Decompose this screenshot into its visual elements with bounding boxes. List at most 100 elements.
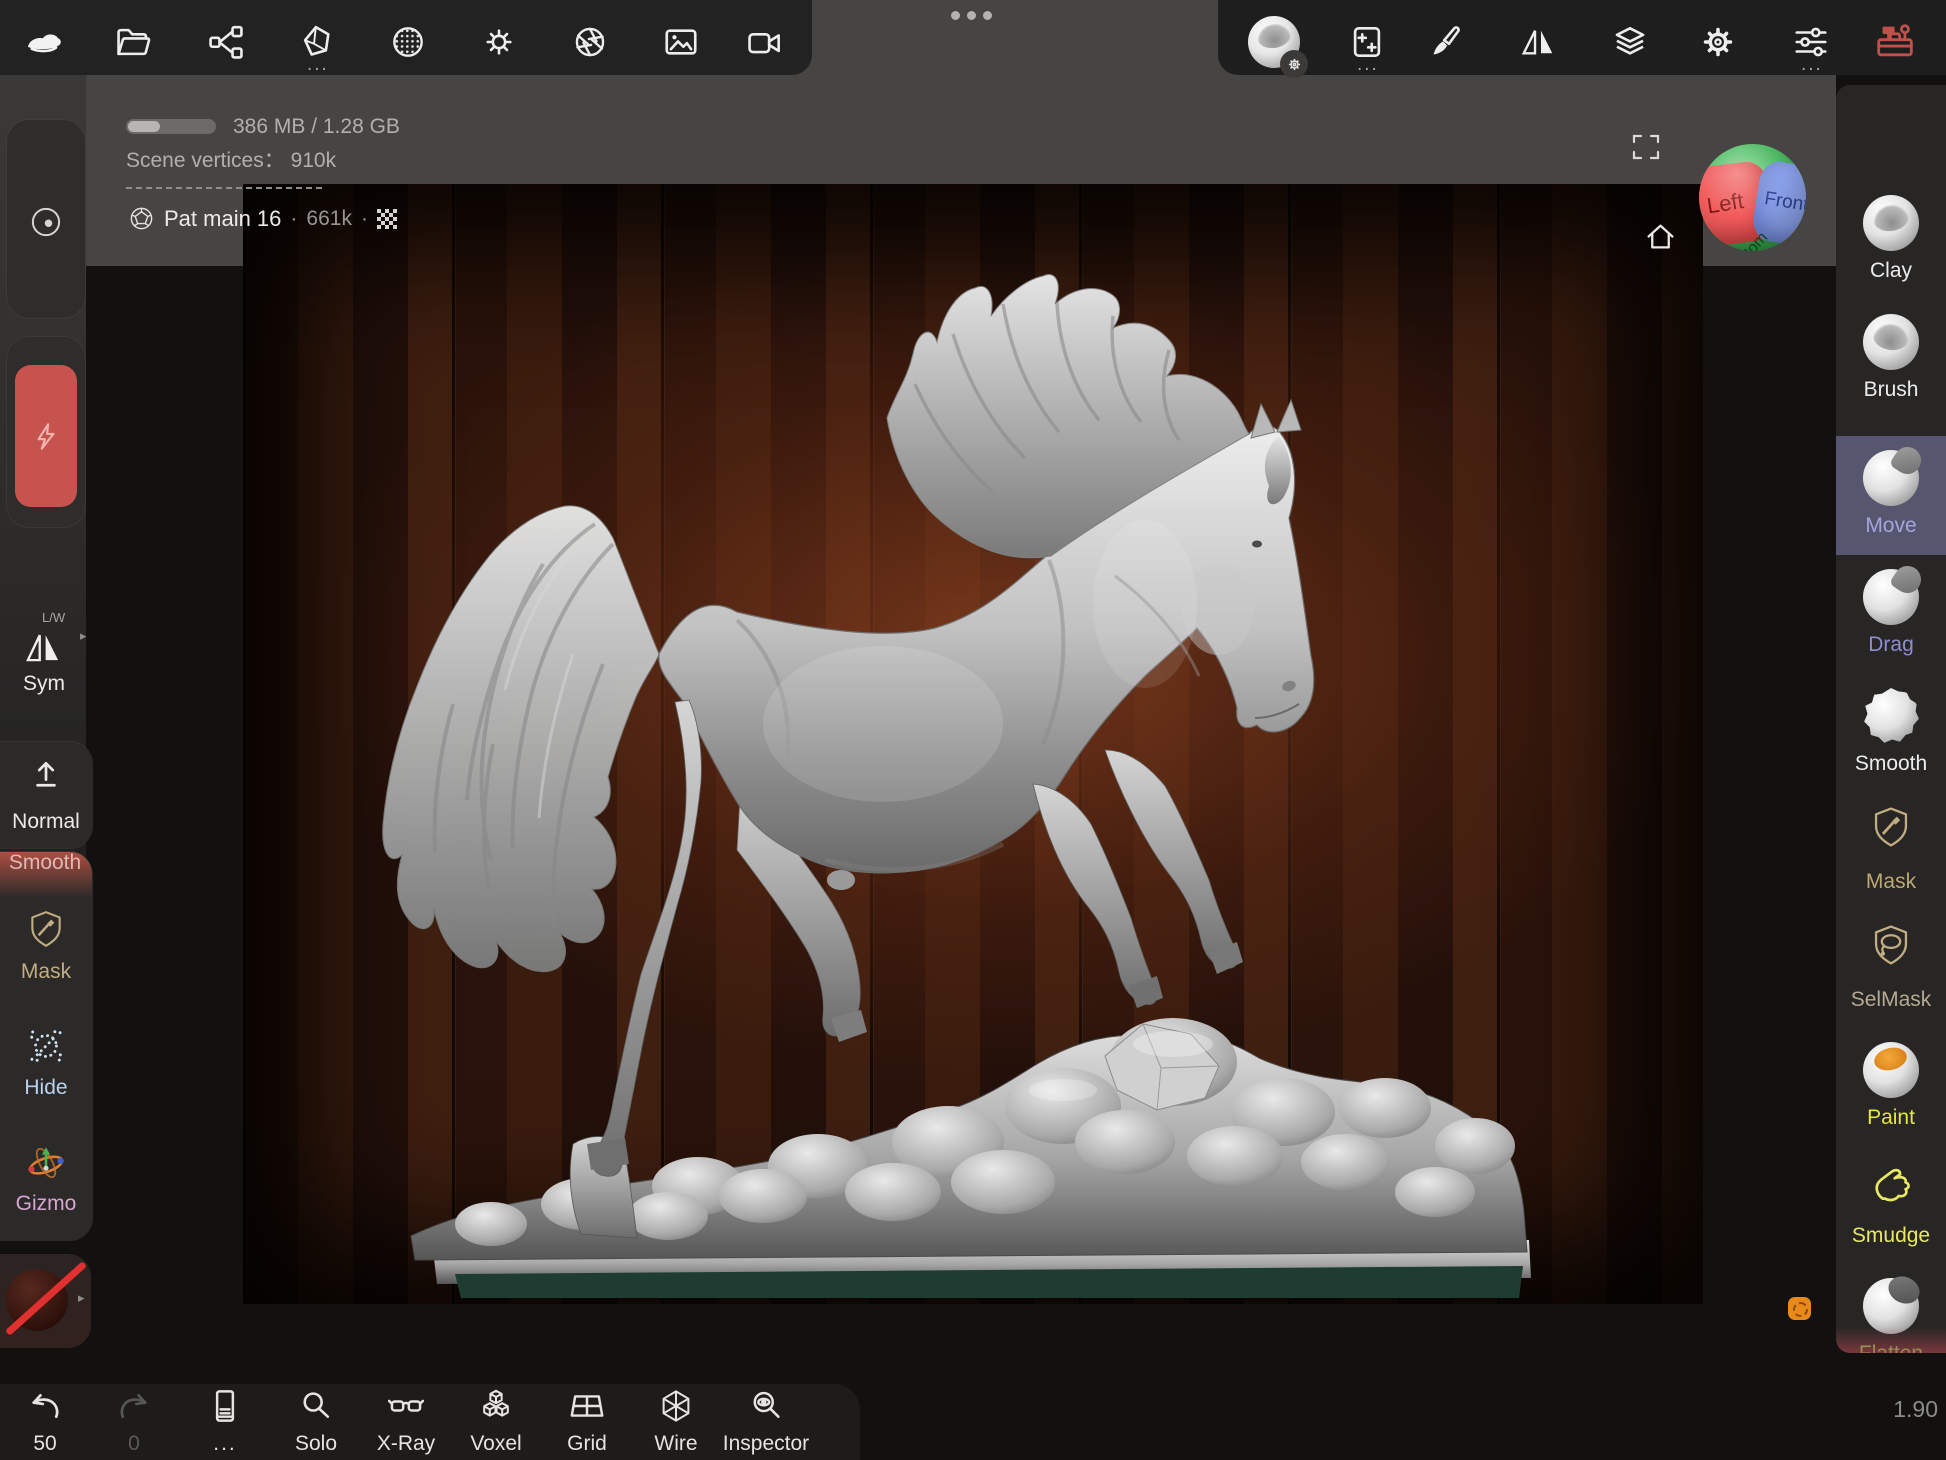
layer-vertex-count: 661k <box>306 207 352 231</box>
snapshot-marker-ring <box>1793 1302 1808 1317</box>
radius-dot-icon <box>26 202 66 247</box>
memory-usage-text: 386 MB / 1.28 GB <box>233 115 400 139</box>
xray-toggle[interactable]: X-Ray <box>367 1388 445 1458</box>
camera-aperture-icon[interactable] <box>566 12 614 72</box>
toolbox-icon[interactable] <box>1871 12 1919 72</box>
memory-usage-fill <box>128 121 160 132</box>
paint-sphere-icon <box>1863 1042 1919 1098</box>
app-logo-icon[interactable] <box>19 12 67 72</box>
top-toolbar-left: ... <box>0 0 812 75</box>
brush-sphere-icon <box>1863 314 1919 370</box>
undo-button[interactable]: 50 <box>6 1388 84 1458</box>
view-scale-value: 1.90 <box>1858 1396 1938 1423</box>
solo-label: Solo <box>271 1432 361 1456</box>
move-sphere-icon <box>1863 450 1919 506</box>
wire-toggle[interactable]: Wire <box>637 1388 715 1458</box>
gizmo-icon[interactable] <box>23 1140 69 1191</box>
window-handle-dot[interactable] <box>983 11 992 20</box>
smooth-quick-label[interactable]: Smooth <box>0 852 90 875</box>
tool-drag[interactable]: Drag <box>1836 555 1946 673</box>
tool-smudge-label: Smudge <box>1836 1224 1946 1248</box>
layer-separator: · <box>361 207 368 231</box>
layer-separator: · <box>290 207 297 231</box>
snapshot-marker-button[interactable] <box>1788 1297 1811 1320</box>
tool-smooth-label: Smooth <box>1836 752 1946 776</box>
sym-caret-icon[interactable]: ▸ <box>80 628 87 644</box>
hide-label[interactable]: Hide <box>1 1076 91 1100</box>
checker-material-icon <box>377 209 397 229</box>
tool-brush[interactable]: Brush <box>1836 300 1946 418</box>
matcap-sphere-icon[interactable] <box>384 12 432 72</box>
sym-label[interactable]: Sym <box>0 672 89 696</box>
tool-clay[interactable]: Clay <box>1836 181 1946 299</box>
tool-sidebar: Clay Brush Move Drag Smooth Mask SelMask <box>1836 85 1946 1353</box>
radius-slider-panel[interactable] <box>7 120 85 318</box>
background-image-icon[interactable] <box>657 12 705 72</box>
tool-brush-label: Brush <box>1836 378 1946 402</box>
inspector-toggle[interactable]: Inspector <box>727 1388 805 1458</box>
intensity-slider-fill[interactable] <box>15 365 77 507</box>
node-graph-icon[interactable] <box>202 12 250 72</box>
home-view-icon[interactable] <box>1644 220 1677 258</box>
wire-label: Wire <box>631 1432 721 1456</box>
voxel-label: Voxel <box>451 1432 541 1456</box>
mask-label[interactable]: Mask <box>1 960 91 984</box>
tool-selmask[interactable]: SelMask <box>1836 910 1946 1028</box>
top-toolbar-right: ... ... <box>1218 0 1946 75</box>
symmetry-triangle-icon[interactable] <box>1514 12 1562 72</box>
sliders-more-indicator: ... <box>1801 60 1823 70</box>
flatten-sphere-icon <box>1863 1278 1919 1334</box>
mask-shield-icon[interactable] <box>25 908 67 955</box>
voxel-toggle[interactable]: Voxel <box>457 1388 535 1458</box>
tool-selmask-label: SelMask <box>1836 988 1946 1012</box>
tool-move-selected[interactable]: Move <box>1836 436 1946 555</box>
disable-material-panel[interactable] <box>0 1255 90 1347</box>
layers-stack-icon[interactable] <box>1606 12 1654 72</box>
clay-sphere-icon <box>1863 195 1919 251</box>
normal-upload-icon <box>28 756 64 797</box>
tool-smudge[interactable]: Smudge <box>1836 1146 1946 1264</box>
tool-paint-label: Paint <box>1836 1106 1946 1130</box>
smudge-finger-icon <box>1869 1158 1915 1204</box>
xray-label: X-Ray <box>361 1432 451 1456</box>
lightning-icon <box>29 419 63 453</box>
stone-more-indicator: ... <box>307 60 329 70</box>
video-camera-icon[interactable] <box>741 12 789 72</box>
tool-paint[interactable]: Paint <box>1836 1028 1946 1146</box>
postprocess-more-indicator: ... <box>1357 60 1379 70</box>
tool-mask[interactable]: Mask <box>1836 792 1946 910</box>
solo-toggle[interactable]: Solo <box>277 1388 355 1458</box>
poly-sphere-icon <box>128 205 155 232</box>
sculpt-app-window: ... ... <box>0 0 1946 1460</box>
scene-vertices-text: Scene vertices： 910k <box>126 144 336 174</box>
stroke-normal-panel[interactable]: Normal <box>0 742 92 848</box>
tool-smooth[interactable]: Smooth <box>1836 674 1946 792</box>
hide-dotted-icon[interactable] <box>24 1024 68 1073</box>
paint-settings-brush-icon[interactable] <box>1422 12 1470 72</box>
tool-quick-panel[interactable]: Smooth Mask Hide Gizmo <box>0 852 92 1240</box>
window-handle-dot[interactable] <box>967 11 976 20</box>
smooth-sphere-icon <box>1863 688 1919 744</box>
settings-gear-icon[interactable] <box>1694 12 1742 72</box>
lw-label: L/W <box>42 610 65 625</box>
material-sphere-icon[interactable] <box>1246 12 1302 72</box>
drag-sphere-icon <box>1863 569 1919 625</box>
undo-count: 50 <box>0 1432 90 1456</box>
active-layer-chip[interactable]: Pat main 16 · 661k · <box>128 205 397 232</box>
redslash-caret-icon[interactable]: ▸ <box>78 1290 85 1306</box>
history-more-indicator: ... <box>180 1432 270 1456</box>
inspector-label: Inspector <box>721 1432 811 1456</box>
tool-move-label: Move <box>1836 514 1946 538</box>
layer-name: Pat main 16 <box>164 206 281 232</box>
redo-button[interactable]: 0 <box>95 1388 173 1458</box>
sculpt-viewport-canvas[interactable] <box>243 184 1703 1304</box>
window-handle-dot[interactable] <box>951 11 960 20</box>
grid-toggle[interactable]: Grid <box>548 1388 626 1458</box>
gizmo-label[interactable]: Gizmo <box>1 1192 91 1216</box>
navigation-orbit-sphere[interactable]: Left Front Bottom <box>1699 144 1806 251</box>
files-folder-icon[interactable] <box>110 12 158 72</box>
fullscreen-icon[interactable] <box>1630 131 1662 168</box>
symmetry-toggle-icon[interactable] <box>22 626 64 673</box>
light-sun-icon[interactable] <box>475 12 523 72</box>
history-pages-button[interactable]: ... <box>186 1388 264 1458</box>
